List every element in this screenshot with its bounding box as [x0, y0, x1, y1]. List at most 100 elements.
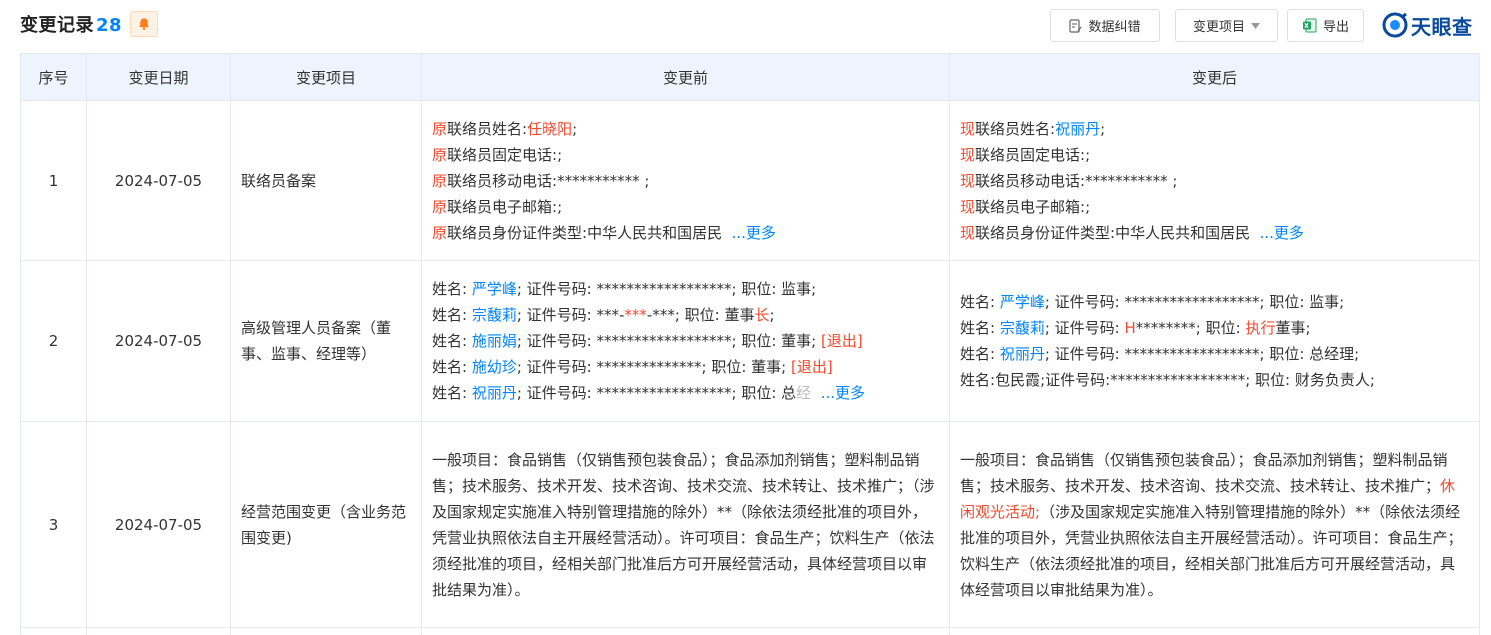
- col-header-before: 变更前: [421, 53, 950, 101]
- row-index: 1: [20, 100, 87, 261]
- row-item: 联络员备案: [230, 100, 422, 261]
- line-text: 联络员电子邮箱:;: [447, 197, 563, 216]
- prefix-label: 原: [432, 119, 448, 138]
- row-before: [421, 627, 950, 635]
- person-id: ******************: [1124, 293, 1260, 311]
- contact-name: 任晓阳: [527, 119, 573, 138]
- more-link[interactable]: ...更多: [732, 224, 776, 242]
- row-index: [20, 627, 87, 635]
- person-position: 监事: [1309, 293, 1340, 311]
- edit-doc-icon: [1069, 18, 1083, 33]
- change-record-table: 序号 变更日期 变更项目 变更前 变更后 1 2024-07-05 联络员备案 …: [20, 53, 1480, 635]
- row-item: 高级管理人员备案（董事、监事、经理等）: [230, 260, 422, 422]
- row-date: [86, 627, 231, 635]
- prefix-label: 现: [960, 171, 976, 190]
- person-position: 董事: [1275, 319, 1306, 337]
- row-date: 2024-07-05: [86, 260, 231, 422]
- row-after: 一般项目：食品销售（仅销售预包装食品）；食品添加剂销售；塑料制品销售；技术服务、…: [949, 421, 1480, 628]
- table-header-row: 序号 变更日期 变更项目 变更前 变更后: [20, 53, 1480, 101]
- row-date: 2024-07-05: [86, 100, 231, 261]
- person-name[interactable]: 宗馥莉: [472, 306, 517, 324]
- person-line: 姓名: 祝丽丹; 证件号码: ******************; 职位: 总…: [960, 345, 1360, 363]
- after-line: 现联络员姓名:祝丽丹;: [960, 119, 1106, 138]
- bell-icon[interactable]: [130, 11, 158, 37]
- data-correction-button[interactable]: 数据纠错: [1050, 9, 1160, 42]
- before-line: 原联络员身份证件类型:中华人民共和国居民 ...更多: [432, 220, 939, 246]
- change-item-dropdown[interactable]: 变更项目: [1175, 9, 1278, 42]
- row-after: [949, 627, 1480, 635]
- person-line: 姓名: 宗馥莉; 证件号码: ***-***-***; 职位: 董事长;: [432, 306, 775, 324]
- line-text: 联络员固定电话:;: [447, 145, 563, 164]
- before-line: 原联络员电子邮箱:;: [432, 194, 939, 220]
- table-row: 2 2024-07-05 高级管理人员备案（董事、监事、经理等） 姓名: 严学峰…: [20, 260, 1480, 422]
- top-bar: 变更记录 28 数据纠错 变更项目 导出 天眼查: [0, 0, 1491, 50]
- person-line: 姓名: 施幼珍; 证件号码: **************; 职位: 董事; […: [432, 358, 833, 376]
- row-before: 原联络员姓名:任晓阳; 原联络员固定电话:; 原联络员移动电话:********…: [421, 100, 950, 261]
- row-date: 2024-07-05: [86, 421, 231, 628]
- person-name[interactable]: 宗馥莉: [1000, 319, 1045, 337]
- prefix-label: 现: [960, 223, 976, 242]
- changed-suffix: 长: [754, 306, 770, 324]
- prefix-label: 原: [432, 223, 448, 242]
- col-header-date: 变更日期: [86, 53, 231, 101]
- table-row: 3 2024-07-05 经营范围变更（含业务范围变更) 一般项目：食品销售（仅…: [20, 421, 1480, 628]
- table-row: 1 2024-07-05 联络员备案 原联络员姓名:任晓阳; 原联络员固定电话:…: [20, 100, 1480, 261]
- person-line: 姓名: 祝丽丹; 证件号码: ******************; 职位: 总…: [432, 384, 866, 402]
- tianyancha-logo: 天眼查: [1382, 10, 1473, 40]
- col-header-after: 变更后: [949, 53, 1480, 101]
- col-header-item: 变更项目: [230, 53, 422, 101]
- person-position: 总经理: [1309, 345, 1355, 363]
- person-name[interactable]: 严学峰: [472, 280, 517, 298]
- exit-tag: [退出]: [791, 358, 833, 376]
- row-item: 经营范围变更（含业务范围变更): [230, 421, 422, 628]
- title-text: 变更记录: [20, 15, 94, 36]
- line-text: 联络员姓名:: [975, 119, 1056, 138]
- line-text: 联络员移动电话:*********** ;: [447, 171, 650, 190]
- export-button[interactable]: 导出: [1287, 9, 1364, 42]
- changed-prefix: 执行: [1245, 319, 1276, 337]
- scope-text: 一般项目：食品销售（仅销售预包装食品）；食品添加剂销售；塑料制品销售；技术服务、…: [960, 450, 1448, 495]
- person-id: **************: [596, 358, 702, 376]
- table-row: [20, 627, 1480, 635]
- after-line: 现联络员身份证件类型:中华人民共和国居民 ...更多: [960, 220, 1469, 246]
- more-link[interactable]: ...更多: [821, 384, 865, 402]
- row-index: 2: [20, 260, 87, 422]
- person-position: 董事: [724, 306, 755, 324]
- after-line: 现联络员移动电话:*********** ;: [960, 168, 1469, 194]
- prefix-label: 现: [960, 197, 976, 216]
- line-text: 联络员姓名:: [447, 119, 528, 138]
- person-position: 监事: [781, 280, 812, 298]
- line-text: 联络员电子邮箱:;: [975, 197, 1091, 216]
- person-name[interactable]: 施幼珍: [472, 358, 517, 376]
- person-line: 姓名: 宗馥莉; 证件号码: H********; 职位: 执行董事;: [960, 319, 1311, 337]
- person-position: 财务负责人: [1294, 371, 1370, 389]
- logo-text: 天眼查: [1411, 14, 1473, 39]
- person-name[interactable]: 严学峰: [1000, 293, 1045, 311]
- more-link[interactable]: ...更多: [1260, 224, 1304, 242]
- person-position: 董事: [751, 358, 782, 376]
- row-before: 姓名: 严学峰; 证件号码: ******************; 职位: 监…: [421, 260, 950, 422]
- export-label: 导出: [1322, 20, 1349, 35]
- line-text: 联络员移动电话:*********** ;: [975, 171, 1178, 190]
- contact-name: 祝丽丹: [1055, 119, 1101, 138]
- before-line: 原联络员姓名:任晓阳;: [432, 119, 578, 138]
- line-text: 联络员固定电话:;: [975, 145, 1091, 164]
- prefix-label: 原: [432, 145, 448, 164]
- person-name[interactable]: 祝丽丹: [472, 384, 517, 402]
- caret-down-icon: [1251, 22, 1260, 29]
- person-name[interactable]: 祝丽丹: [1000, 345, 1045, 363]
- prefix-label: 现: [960, 119, 976, 138]
- person-line: 姓名: 严学峰; 证件号码: ******************; 职位: 监…: [960, 293, 1345, 311]
- person-position: 董事: [781, 332, 812, 350]
- page-title: 变更记录 28: [20, 11, 122, 37]
- before-line: 原联络员移动电话:*********** ;: [432, 168, 939, 194]
- row-item: [230, 627, 422, 635]
- person-id: ******************: [596, 280, 732, 298]
- before-line: 原联络员固定电话:;: [432, 142, 939, 168]
- prefix-label: 原: [432, 171, 448, 190]
- row-after: 现联络员姓名:祝丽丹; 现联络员固定电话:; 现联络员移动电话:********…: [949, 100, 1480, 261]
- prefix-label: 原: [432, 197, 448, 216]
- person-name[interactable]: 施丽娟: [472, 332, 517, 350]
- after-line: 现联络员固定电话:;: [960, 142, 1469, 168]
- person-line: 姓名:包民霞;证件号码:******************; 职位: 财务负责…: [960, 371, 1375, 389]
